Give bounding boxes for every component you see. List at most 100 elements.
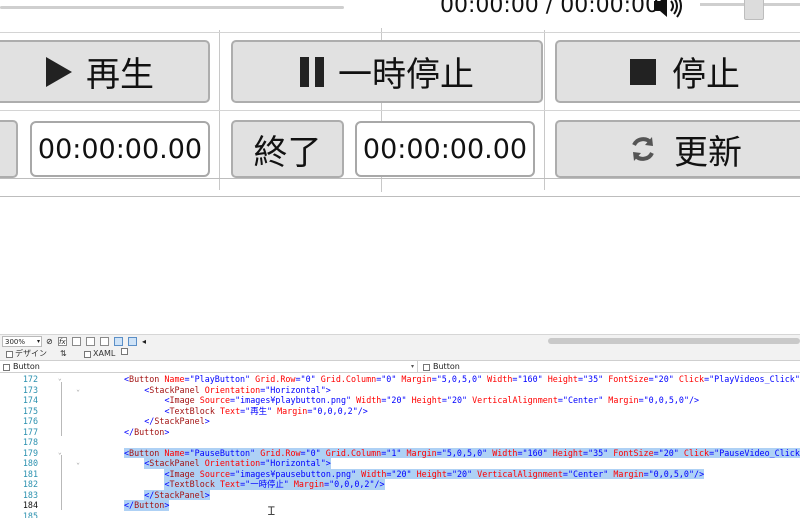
tab-xaml[interactable]: XAML <box>84 348 115 360</box>
tab-design[interactable]: デザイン <box>6 348 47 360</box>
line-number: 184 <box>22 500 38 510</box>
code-line[interactable]: 177 </Button> <box>0 427 800 438</box>
text-cursor-icon: Ɪ <box>268 504 275 518</box>
line-number: 176 <box>22 416 38 426</box>
code-text[interactable]: <Button Name="PlayButton" Grid.Row="0" G… <box>124 374 800 385</box>
line-number: 182 <box>22 479 38 489</box>
line-number: 172 <box>22 374 38 384</box>
line-number: 178 <box>22 437 38 447</box>
volume-slider-thumb[interactable] <box>744 0 764 20</box>
grid-icon[interactable] <box>72 337 81 346</box>
code-text[interactable]: <Image Source="images¥playbutton.png" Wi… <box>164 395 699 406</box>
element-icon <box>3 363 10 371</box>
code-text[interactable]: </Button> <box>124 427 169 438</box>
pause-icon <box>300 56 324 87</box>
design-icon <box>6 350 13 358</box>
horizontal-scrollbar[interactable] <box>548 338 800 344</box>
fold-toggle-icon[interactable]: ⌄ <box>76 460 83 466</box>
code-line[interactable]: 172 ⌄ <Button Name="PlayButton" Grid.Row="… <box>0 374 800 385</box>
code-line[interactable]: 175 <TextBlock Text="再生" Margin="0,0,0,2"… <box>0 406 800 417</box>
line-number: 181 <box>22 468 38 479</box>
selected-code-text[interactable]: </StackPanel> <box>144 489 210 500</box>
time-display: 00:00:00 / 00:00:00 <box>440 0 660 18</box>
stop-icon <box>630 58 656 85</box>
code-line[interactable]: 174 <Image Source="images¥playbutton.png"… <box>0 395 800 406</box>
grid-snap-icon[interactable]: ⊘ <box>46 337 55 346</box>
stop-button[interactable]: 停止 <box>555 40 800 103</box>
line-number: 174 <box>22 395 38 405</box>
chevron-down-icon: ▾ <box>410 363 414 370</box>
left-element-dropdown[interactable]: Button ▾ <box>0 361 418 373</box>
refresh-button[interactable]: 更新 <box>555 120 800 178</box>
selected-code-text[interactable]: <Image Source="images¥pausebutton.png" W… <box>164 468 705 479</box>
popout-button[interactable] <box>121 348 128 355</box>
chevron-left-icon[interactable]: ◂ <box>142 337 151 346</box>
code-text[interactable]: </StackPanel> <box>144 416 210 427</box>
left-element-value: Button <box>13 362 40 371</box>
grid-row-guide <box>0 32 800 33</box>
chevron-down-icon: ▾ <box>36 338 40 345</box>
pause-button-label: 一時停止 <box>338 55 474 95</box>
fold-toggle-icon[interactable]: ⌄ <box>76 386 83 393</box>
start-button[interactable] <box>0 120 18 178</box>
zoom-value: 300% <box>5 338 26 346</box>
selected-code-text[interactable]: </Button> <box>124 500 170 511</box>
code-line[interactable]: 179 ⌄ <Button Name="PauseButton" Grid.Row=… <box>0 447 800 458</box>
line-number: 179 <box>22 447 38 458</box>
swap-panes-button[interactable]: ⇅ <box>60 348 67 360</box>
fold-toggle-icon[interactable]: ⌄ <box>58 376 65 382</box>
selected-code-text[interactable]: <Button Name="PauseButton" Grid.Row="0" … <box>124 447 800 458</box>
artboard-icon[interactable] <box>128 337 137 346</box>
xaml-icon <box>84 350 91 358</box>
selected-code-text[interactable]: <StackPanel Orientation="Horizontal"> <box>144 458 331 469</box>
code-text[interactable]: <TextBlock Text="再生" Margin="0,0,0,2"/> <box>164 406 367 417</box>
code-line[interactable]: 182 <TextBlock Text="一時停止" Margin="0,0,0,… <box>0 479 800 490</box>
fold-toggle-icon[interactable]: ⌄ <box>58 449 65 456</box>
xaml-designer-canvas[interactable]: 00:00:00 / 00:00:00 再生 一時停止 停止 00:00:00.… <box>0 0 800 334</box>
line-number: 177 <box>22 426 38 437</box>
line-number: 183 <box>22 489 38 500</box>
zoom-select[interactable]: 300% ▾ <box>2 336 42 347</box>
line-number: 173 <box>22 384 38 395</box>
view-tabs: デザイン ⇅ XAML <box>0 348 800 360</box>
seek-slider-track[interactable] <box>0 6 344 9</box>
snap-icon[interactable] <box>100 337 109 346</box>
start-time-box[interactable]: 00:00:00.00 <box>30 121 210 177</box>
end-button-label: 終了 <box>253 132 322 173</box>
element-selectors: Button ▾ Button <box>0 360 800 373</box>
grid-row-guide <box>0 110 800 111</box>
selected-code-text[interactable]: <TextBlock Text="一時停止" Margin="0,0,0,2"/… <box>164 479 385 490</box>
code-line[interactable]: 176 </StackPanel> <box>0 416 800 427</box>
pause-button[interactable]: 一時停止 <box>231 40 543 103</box>
tab-design-label: デザイン <box>15 349 47 358</box>
tab-xaml-label: XAML <box>93 349 116 358</box>
popout-icon <box>121 348 128 355</box>
element-icon <box>423 363 430 371</box>
play-icon <box>46 56 72 87</box>
code-line[interactable]: 183 </StackPanel> <box>0 489 800 500</box>
line-number: 185 <box>22 510 38 518</box>
code-line[interactable]: 181 <Image Source="images¥pausebutton.png… <box>0 468 800 479</box>
right-element-value: Button <box>433 362 460 371</box>
xaml-code-editor[interactable]: 172 ⌄ <Button Name="PlayButton" Grid.Row="… <box>0 373 800 518</box>
play-button[interactable]: 再生 <box>0 40 210 103</box>
play-button-label: 再生 <box>86 55 154 95</box>
row-divider <box>0 178 800 179</box>
code-line[interactable]: 180 ⌄ <StackPanel Orientation="Horizontal"… <box>0 458 800 469</box>
end-time-box[interactable]: 00:00:00.00 <box>355 121 535 177</box>
code-text[interactable]: <StackPanel Orientation="Horizontal"> <box>144 385 331 396</box>
code-line[interactable]: 173 ⌄ <StackPanel Orientation="Horizontal"… <box>0 385 800 396</box>
end-button[interactable]: 終了 <box>231 120 344 178</box>
fx-icon[interactable]: fx <box>58 337 67 346</box>
designer-toolbar: 300% ▾ ⊘ fx ◂ <box>0 334 800 348</box>
row-divider <box>0 196 800 197</box>
layout-icon[interactable] <box>114 337 123 346</box>
line-number: 180 <box>22 458 38 468</box>
code-line[interactable]: 178 <box>0 437 800 448</box>
speaker-icon[interactable] <box>652 0 692 19</box>
code-line[interactable]: 184 </Button> <box>0 500 800 511</box>
refresh-icon <box>632 137 654 161</box>
code-line[interactable]: 185 <box>0 511 800 518</box>
right-element-dropdown[interactable]: Button <box>420 361 800 373</box>
grid-lines-icon[interactable] <box>86 337 95 346</box>
